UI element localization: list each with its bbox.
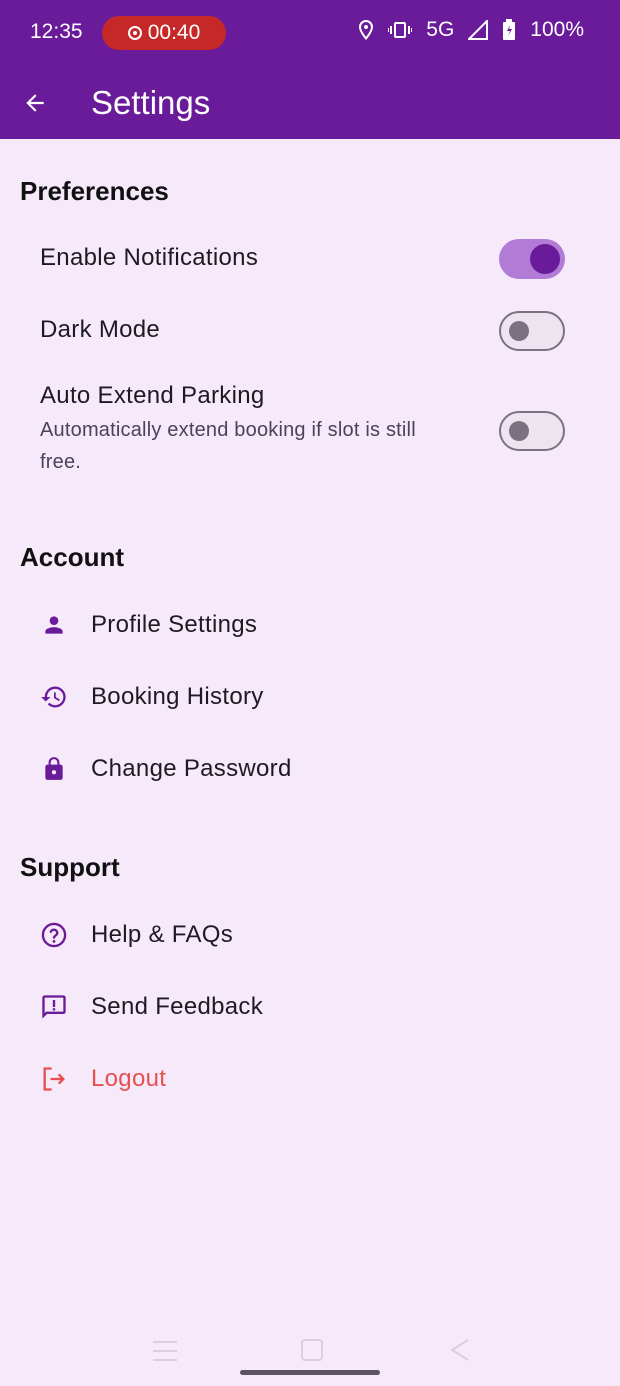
menu-item-logout[interactable]: Logout (36, 1049, 596, 1109)
auto-extend-toggle[interactable] (499, 411, 565, 451)
notifications-toggle[interactable] (499, 239, 565, 279)
lock-icon (36, 751, 72, 787)
menu-label: Profile Settings (91, 611, 258, 638)
dark-mode-toggle[interactable] (499, 311, 565, 351)
status-icons: 5G 100% (358, 18, 584, 42)
app-header: 12:35 00:40 5G 100% Settings (0, 0, 620, 139)
menu-label: Change Password (91, 755, 292, 782)
home-indicator[interactable] (240, 1370, 380, 1375)
record-icon (127, 26, 142, 40)
arrow-back-icon (26, 94, 44, 112)
menu-item-booking-history[interactable]: Booking History (36, 667, 596, 727)
setting-description: Automatically extend booking if slot is … (40, 419, 416, 473)
system-navigation-bar (0, 1320, 620, 1386)
screen-recording-pill[interactable]: 00:40 (102, 16, 226, 50)
menu-label: Booking History (91, 683, 264, 710)
help-icon (36, 917, 72, 953)
status-time: 12:35 (30, 20, 83, 43)
battery-icon (503, 19, 516, 40)
recording-timer: 00:40 (147, 21, 201, 44)
setting-label: Auto Extend Parking (40, 382, 265, 409)
logout-icon (36, 1061, 72, 1097)
menu-item-profile-settings[interactable]: Profile Settings (36, 595, 596, 655)
menu-label: Send Feedback (91, 993, 264, 1020)
top-app-bar: Settings (0, 66, 620, 139)
person-icon (36, 607, 72, 643)
page-title: Settings (91, 84, 211, 121)
status-bar: 12:35 00:40 5G 100% (0, 0, 620, 66)
section-title-preferences: Preferences (20, 176, 169, 206)
toggle-knob (509, 321, 529, 341)
menu-label: Help & FAQs (91, 921, 234, 948)
signal-icon (468, 20, 489, 40)
recents-icon (153, 1341, 177, 1361)
vibrate-icon (388, 22, 413, 38)
home-icon (301, 1339, 323, 1361)
network-label: 5G (426, 18, 455, 41)
section-title-support: Support (20, 852, 120, 882)
feedback-icon (36, 989, 72, 1025)
location-icon (359, 20, 374, 40)
back-button[interactable] (18, 86, 52, 120)
section-title-account: Account (20, 542, 124, 572)
menu-item-help-faqs[interactable]: Help & FAQs (36, 905, 596, 965)
toggle-knob (509, 421, 529, 441)
history-icon (36, 679, 72, 715)
menu-item-send-feedback[interactable]: Send Feedback (36, 977, 596, 1037)
menu-label: Logout (91, 1065, 167, 1092)
battery-level: 100% (530, 18, 584, 41)
menu-item-change-password[interactable]: Change Password (36, 739, 596, 799)
back-nav-icon (450, 1339, 469, 1361)
toggle-knob (530, 244, 560, 274)
